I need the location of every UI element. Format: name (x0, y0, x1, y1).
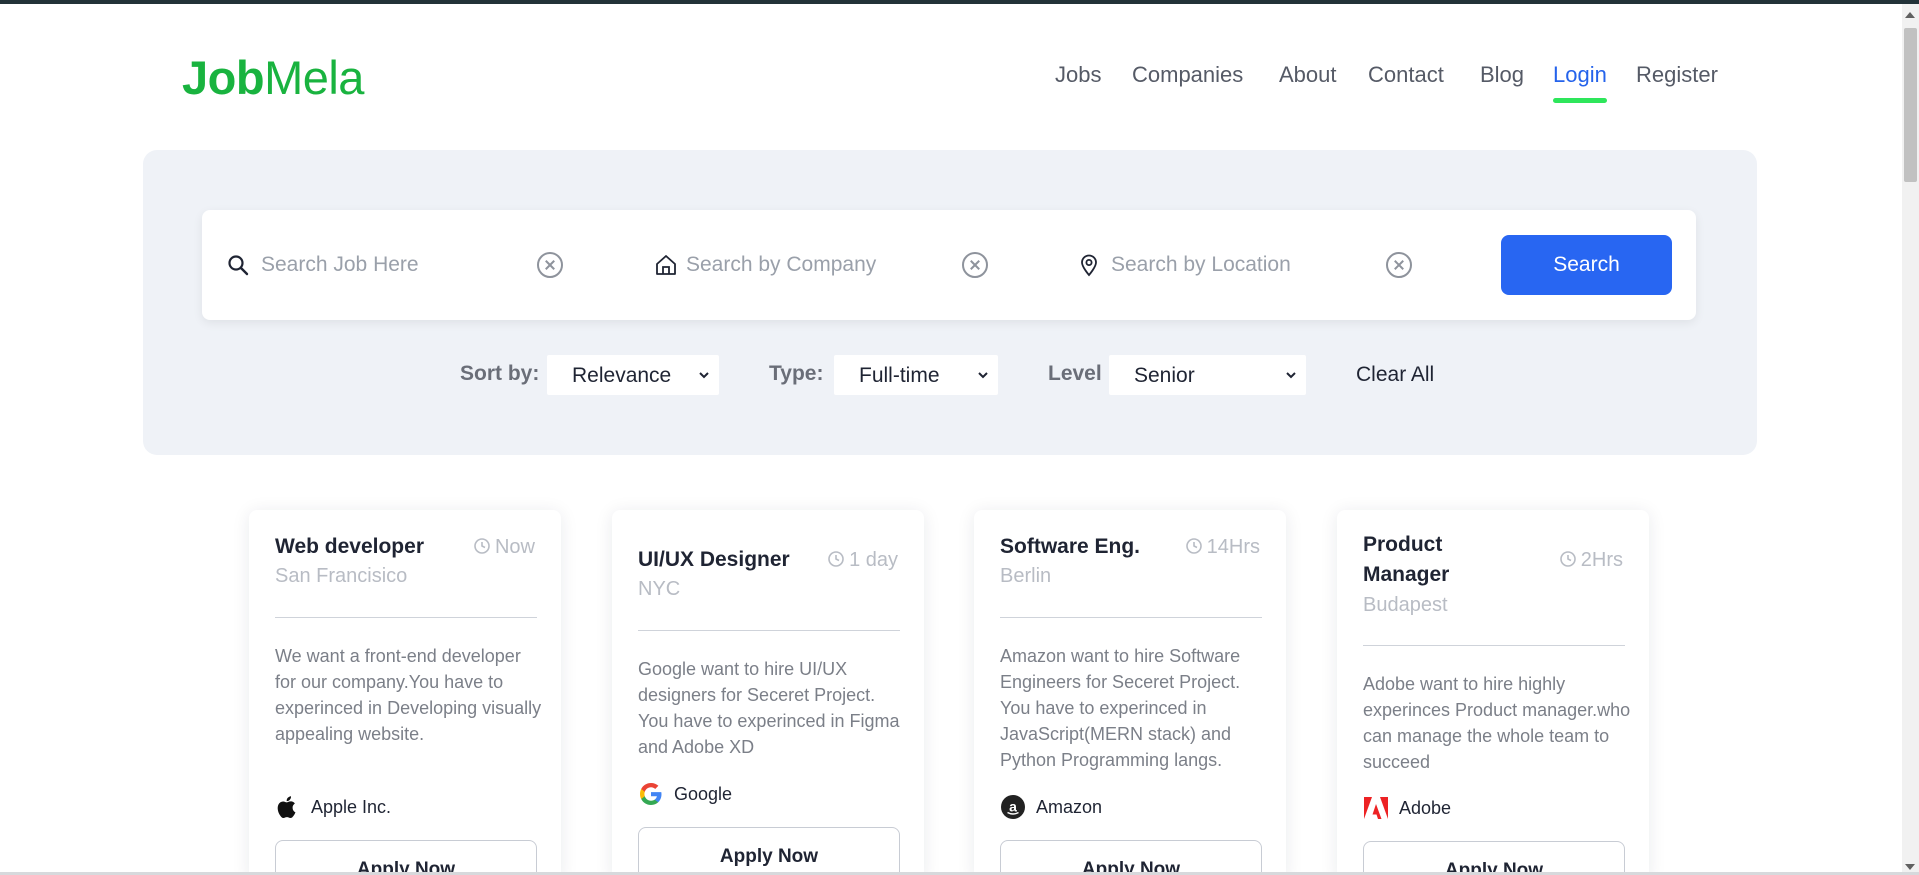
sort-by-select[interactable]: Relevance (547, 355, 719, 395)
job-posted-time: 2Hrs (1559, 549, 1623, 572)
chevron-down-icon (978, 372, 988, 379)
card-divider (1000, 617, 1262, 618)
company-name: Apple Inc. (311, 797, 392, 817)
sort-by-value: Relevance (572, 364, 672, 387)
nav-blog[interactable]: Blog (1480, 62, 1524, 88)
job-description: Amazon want to hire Software Engineers f… (1000, 646, 1241, 770)
clear-company-search-icon[interactable] (962, 252, 988, 278)
svg-text:a: a (1009, 799, 1017, 815)
job-card: Product Manager 2Hrs Budapest Adobe want… (1337, 510, 1649, 875)
clear-location-search-icon[interactable] (1386, 252, 1412, 278)
location-search-field (1047, 210, 1477, 320)
job-search-field (202, 210, 602, 320)
job-card: UI/UX Designer 1 day NYC Google want to … (612, 510, 924, 875)
job-description: Google want to hire UI/UX designers for … (638, 659, 900, 757)
clear-all-filters[interactable]: Clear All (1356, 363, 1434, 387)
browser-top-border (0, 0, 1919, 4)
job-description: We want a front-end developer for our co… (275, 646, 542, 744)
apply-now-button[interactable]: Apply Now (275, 840, 537, 875)
nav-about[interactable]: About (1279, 62, 1337, 88)
search-button[interactable]: Search (1501, 235, 1672, 295)
card-divider (638, 630, 900, 631)
job-posted-time-text: 2Hrs (1580, 549, 1623, 571)
amazon-logo-icon: a (1001, 795, 1025, 819)
page-scrollbar[interactable] (1902, 4, 1919, 872)
clock-icon (1185, 538, 1202, 554)
clock-icon (474, 538, 490, 554)
type-value: Full-time (859, 364, 940, 387)
job-title: Software Eng. (1000, 535, 1141, 558)
home-icon (656, 255, 676, 275)
job-location: NYC (638, 578, 681, 600)
main-nav: Jobs Companies About Contact Blog Login … (0, 62, 1919, 103)
nav-login[interactable]: Login (1553, 62, 1607, 103)
job-card: Software Eng. 14Hrs Berlin Amazon want t… (974, 510, 1286, 875)
apple-logo-icon (277, 796, 296, 818)
search-bar (202, 210, 1696, 320)
company-search-field (622, 210, 1042, 320)
company-name: Adobe (1399, 798, 1452, 818)
scroll-down-arrow-icon[interactable] (1905, 864, 1915, 870)
apply-now-button[interactable]: Apply Now (638, 827, 900, 875)
job-location: San Francisico (275, 565, 408, 587)
nav-contact[interactable]: Contact (1368, 62, 1444, 88)
nav-companies[interactable]: Companies (1132, 62, 1243, 88)
job-posted-time: 14Hrs (1185, 536, 1260, 559)
job-posted-time: 1 day (827, 549, 898, 572)
job-location: Berlin (1000, 565, 1052, 587)
chevron-down-icon (699, 372, 709, 379)
level-label: Level (1048, 362, 1102, 385)
job-posted-time: Now (473, 536, 535, 559)
nav-register[interactable]: Register (1636, 62, 1718, 88)
apply-now-button[interactable]: Apply Now (1363, 841, 1625, 875)
job-title: Web developer (275, 535, 424, 558)
location-search-input[interactable] (1111, 247, 1381, 283)
sort-by-label: Sort by: (460, 362, 540, 385)
apply-now-button[interactable]: Apply Now (1000, 840, 1262, 875)
level-select[interactable]: Senior (1109, 355, 1306, 395)
job-posted-time-text: 1 day (849, 549, 898, 571)
location-pin-icon (1081, 254, 1097, 277)
clock-icon (1559, 551, 1576, 567)
job-title: Product Manager (1363, 533, 1450, 586)
chevron-down-icon (1286, 372, 1296, 379)
nav-jobs[interactable]: Jobs (1055, 62, 1101, 88)
search-icon (228, 255, 249, 276)
job-location: Budapest (1363, 594, 1448, 616)
google-logo-icon (640, 783, 662, 805)
card-divider (1363, 645, 1625, 646)
type-select[interactable]: Full-time (834, 355, 998, 395)
adobe-logo-icon (1364, 797, 1388, 819)
level-value: Senior (1134, 364, 1195, 387)
card-divider (275, 617, 537, 618)
scroll-up-arrow-icon[interactable] (1905, 12, 1915, 18)
company-name: Amazon (1036, 797, 1103, 817)
job-search-input[interactable] (261, 247, 521, 283)
job-card: Web developer Now San Francisico We want… (249, 510, 561, 875)
company-name: Google (674, 784, 733, 804)
job-title: UI/UX Designer (638, 548, 790, 571)
job-posted-time-text: 14Hrs (1206, 536, 1260, 558)
scrollbar-thumb[interactable] (1904, 28, 1917, 182)
job-description: Adobe want to hire highly experinces Pro… (1363, 674, 1631, 772)
job-posted-time-text: Now (494, 536, 535, 558)
company-search-input[interactable] (686, 247, 956, 283)
type-label: Type: (769, 362, 824, 385)
clear-job-search-icon[interactable] (537, 252, 563, 278)
clock-icon (828, 551, 844, 567)
